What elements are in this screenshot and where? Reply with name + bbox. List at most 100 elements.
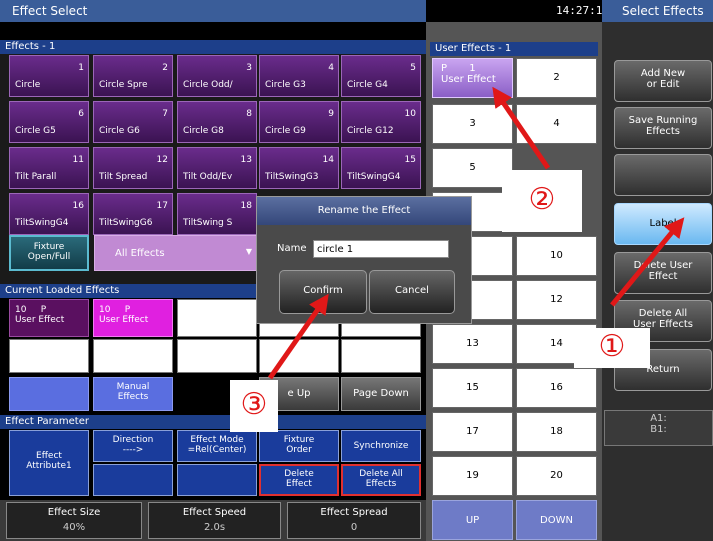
effect-number: 9: [328, 109, 334, 119]
user-effect-slot[interactable]: 10: [516, 236, 597, 276]
param-blank-1[interactable]: [93, 464, 173, 496]
all-effects-label: All Effects: [115, 248, 165, 259]
effect-button[interactable]: 12 Tilt Spread: [93, 147, 173, 189]
effect-label: TiltSwingG6: [99, 218, 153, 228]
delete-effect-button[interactable]: Delete Effect: [259, 464, 339, 496]
fixture-order-label-1: Fixture: [283, 435, 315, 445]
user-effect-slot[interactable]: 15: [432, 368, 513, 408]
effect-button[interactable]: 18 TiltSwing S: [177, 193, 257, 235]
synchronize-button[interactable]: Synchronize: [341, 430, 421, 462]
name-input[interactable]: [313, 240, 449, 258]
effect-mode-button[interactable]: Effect Mode =Rel(Center): [177, 430, 257, 462]
user-effect-slot[interactable]: 4: [516, 104, 597, 144]
manual-effects-button[interactable]: Manual Effects: [93, 377, 173, 411]
effect-button[interactable]: 2 Circle Spre: [93, 55, 173, 97]
user-effect-slot[interactable]: 19: [432, 456, 513, 496]
delete-user-effect-button[interactable]: Delete User Effect: [614, 252, 712, 294]
user-effect-1-flag: P: [441, 63, 448, 74]
save-running-effects-button[interactable]: Save Running Effects: [614, 107, 712, 149]
dropdown-arrow-icon: ▼: [245, 247, 252, 256]
clock: 14:27:18: [426, 0, 609, 22]
effect-label: TiltSwingG3: [265, 172, 319, 182]
loaded-slot-7[interactable]: [93, 339, 173, 373]
blank-blue-button[interactable]: [9, 377, 89, 411]
b1-label: B1:: [650, 424, 667, 435]
effect-number: 4: [328, 63, 334, 73]
user-effect-slot[interactable]: 16: [516, 368, 597, 408]
down-button[interactable]: DOWN: [516, 500, 597, 540]
loaded-slot-6[interactable]: [9, 339, 89, 373]
user-effect-slot[interactable]: 5: [432, 148, 513, 188]
effect-size-label: Effect Size: [47, 507, 101, 518]
marker-3: ③: [230, 380, 278, 432]
user-effect-slot[interactable]: 17: [432, 412, 513, 452]
cancel-button[interactable]: Cancel: [369, 270, 455, 314]
effect-button[interactable]: 5 Circle G4: [341, 55, 421, 97]
label-button[interactable]: Label: [614, 203, 712, 245]
effect-number: 2: [162, 63, 168, 73]
name-label: Name: [277, 243, 307, 254]
effect-button[interactable]: 6 Circle G5: [9, 101, 89, 143]
manual-label-1: Manual: [116, 382, 150, 392]
effect-number: 10: [404, 109, 416, 119]
effects-header: Effects - 1: [0, 40, 426, 54]
fixture-label-2: Open/Full: [27, 252, 71, 262]
loaded-slot-2-label: User Effect: [99, 315, 149, 325]
loaded-slot-8[interactable]: [177, 339, 257, 373]
marker-1: ①: [574, 328, 650, 368]
loaded-slot-1-num: 10: [15, 305, 27, 315]
loaded-slot-3[interactable]: [177, 299, 257, 337]
effect-number: 18: [240, 201, 252, 211]
add-new-label-2: or Edit: [646, 79, 680, 90]
user-effect-slot[interactable]: 3: [432, 104, 513, 144]
param-blank-2[interactable]: [177, 464, 257, 496]
effect-button[interactable]: 13 Tilt Odd/Ev: [177, 147, 257, 189]
effect-button[interactable]: 11 Tilt Parall: [9, 147, 89, 189]
effect-button[interactable]: 16 TiltSwingG4: [9, 193, 89, 235]
delete-user-label-1: Delete User: [633, 260, 693, 271]
side-blank-button[interactable]: [614, 154, 712, 196]
effect-button[interactable]: 1 Circle: [9, 55, 89, 97]
effect-spread-control[interactable]: Effect Spread 0: [287, 502, 421, 539]
effect-label: TiltSwingG4: [15, 218, 69, 228]
effect-button[interactable]: 17 TiltSwingG6: [93, 193, 173, 235]
effect-button[interactable]: 4 Circle G3: [259, 55, 339, 97]
fixture-open-full-button[interactable]: Fixture Open/Full: [9, 235, 89, 271]
effect-button[interactable]: 15 TiltSwingG4: [341, 147, 421, 189]
save-running-label-2: Effects: [646, 126, 680, 137]
effect-speed-label: Effect Speed: [182, 507, 247, 518]
effect-label: Circle G9: [265, 126, 306, 136]
effect-number: 6: [78, 109, 84, 119]
page-down-button[interactable]: Page Down: [341, 377, 421, 411]
effect-size-control[interactable]: Effect Size 40%: [6, 502, 142, 539]
add-new-label-1: Add New: [640, 68, 686, 79]
user-effect-slot[interactable]: 2: [516, 58, 597, 98]
effect-button[interactable]: 9 Circle G9: [259, 101, 339, 143]
effect-button[interactable]: 10 Circle G12: [341, 101, 421, 143]
effect-button[interactable]: 8 Circle G8: [177, 101, 257, 143]
loaded-slot-9[interactable]: [259, 339, 339, 373]
user-effect-slot[interactable]: 13: [432, 324, 513, 364]
loaded-slot-1[interactable]: 10 P User Effect: [9, 299, 89, 337]
effect-button[interactable]: 7 Circle G6: [93, 101, 173, 143]
up-button[interactable]: UP: [432, 500, 513, 540]
delete-all-effects-button[interactable]: Delete All Effects: [341, 464, 421, 496]
confirm-button[interactable]: Confirm: [279, 270, 367, 314]
loaded-slot-10[interactable]: [341, 339, 421, 373]
effect-spread-label: Effect Spread: [320, 507, 388, 518]
user-effect-slot[interactable]: 12: [516, 280, 597, 320]
add-new-or-edit-button[interactable]: Add New or Edit: [614, 60, 712, 102]
user-effect-slot[interactable]: 18: [516, 412, 597, 452]
direction-button[interactable]: Direction ---->: [93, 430, 173, 462]
fixture-order-button[interactable]: Fixture Order: [259, 430, 339, 462]
effect-speed-value: 2.0s: [203, 522, 226, 533]
user-effect-slot[interactable]: 20: [516, 456, 597, 496]
effect-button[interactable]: 3 Circle Odd/: [177, 55, 257, 97]
effect-button[interactable]: 14 TiltSwingG3: [259, 147, 339, 189]
fixture-label-1: Fixture: [33, 242, 65, 252]
user-effect-slot-1[interactable]: P 1 User Effect: [432, 58, 513, 98]
effect-speed-control[interactable]: Effect Speed 2.0s: [148, 502, 281, 539]
effect-attribute-label: Effect Attribute1: [9, 430, 89, 496]
loaded-slot-2[interactable]: 10 P User Effect: [93, 299, 173, 337]
all-effects-select[interactable]: All Effects ▼: [94, 235, 257, 271]
